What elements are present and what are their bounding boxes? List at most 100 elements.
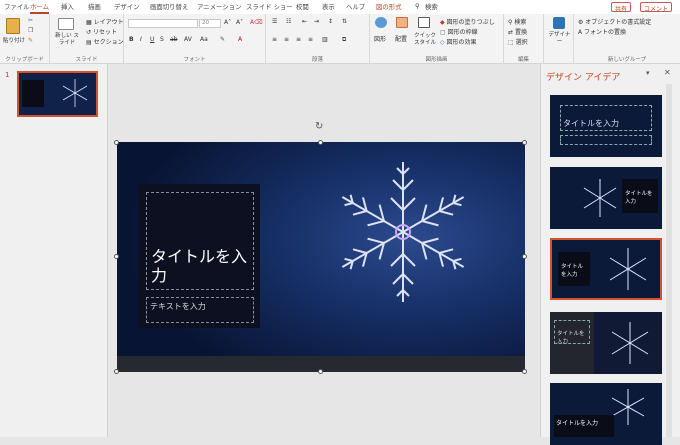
fill-button[interactable]: ◆ 図形の塗りつぶし (440, 17, 495, 26)
resize-handle[interactable] (114, 369, 119, 374)
indent-increase-icon[interactable]: ⇥ (314, 18, 319, 25)
search-box[interactable]: 検索 (425, 2, 438, 11)
design-option-selected[interactable]: タイトルを入力 (550, 238, 662, 300)
align-left-icon[interactable]: ≡ (272, 36, 277, 43)
find-button[interactable]: ⚲ 検索 (508, 17, 526, 26)
tab-slideshow[interactable]: スライド ショー (246, 2, 293, 11)
resize-handle[interactable] (522, 369, 527, 374)
highlight-icon[interactable]: ✎ (220, 36, 225, 43)
clear-format-icon[interactable]: A⌫ (250, 19, 263, 26)
align-right-icon[interactable]: ≡ (296, 36, 301, 43)
resize-handle[interactable] (318, 369, 323, 374)
group-label: クリップボード (5, 57, 44, 63)
tab-transitions[interactable]: 画面切り替え (150, 2, 188, 11)
bullets-icon[interactable]: ☰ (272, 18, 277, 25)
font-color-icon[interactable]: A (238, 36, 242, 43)
arrange-button[interactable]: 配置 (395, 34, 407, 43)
outline-button[interactable]: ▢ 図形の枠線 (440, 27, 478, 36)
format-painter-icon[interactable]: ✎ (28, 37, 33, 44)
share-button[interactable]: 共有 (611, 2, 632, 13)
design-option[interactable]: タイトルを入力 (550, 95, 662, 157)
designer-button[interactable]: デザイナー (546, 32, 573, 46)
tab-file[interactable]: ファイル (4, 2, 30, 11)
line-spacing-icon[interactable]: ↕ (328, 18, 333, 25)
section-label: セクション (93, 39, 124, 46)
group-new: ⚙ オブジェクトの書式設定 A フォントの置換 新しいグループ (574, 14, 680, 64)
object-format-button[interactable]: ⚙ オブジェクトの書式設定 (578, 17, 651, 26)
smartart-icon[interactable]: ⧉ (342, 36, 346, 44)
slide-subtitle[interactable]: テキストを入力 (146, 297, 254, 323)
cut-icon[interactable]: ✂ (28, 17, 33, 24)
paste-button[interactable]: 貼り付け (3, 36, 25, 44)
layout-button[interactable]: ▦ レイアウト (86, 17, 124, 26)
effects-button[interactable]: ◇ 図形の効果 (440, 37, 477, 46)
design-ideas-title: デザイン アイデア (546, 73, 621, 83)
underline-icon[interactable]: U (150, 36, 154, 43)
reset-button[interactable]: ↺ リセット (86, 27, 117, 36)
resize-handle[interactable] (522, 254, 527, 259)
section-button[interactable]: ▤ セクション (86, 37, 124, 46)
justify-icon[interactable]: ≡ (308, 36, 313, 43)
arrange-icon[interactable] (396, 17, 408, 28)
tab-draw[interactable]: 描画 (88, 2, 101, 11)
tab-home[interactable]: ホーム (30, 2, 49, 14)
resize-handle[interactable] (114, 254, 119, 259)
align-center-icon[interactable]: ≡ (284, 36, 289, 43)
spacing-icon[interactable]: AV (184, 36, 192, 43)
replace-font-button[interactable]: A フォントの置換 (578, 27, 626, 36)
case-icon[interactable]: Aa (200, 36, 208, 43)
quick-styles-button[interactable]: クイック スタイル (414, 33, 438, 47)
design-option[interactable]: タイトルを入力 (550, 383, 662, 445)
design-subtitle-box (560, 135, 652, 145)
bold-icon[interactable]: B (129, 36, 134, 43)
shapes-button[interactable]: 図形 (374, 34, 386, 43)
slide-title[interactable]: タイトルを入力 (146, 192, 254, 290)
paste-icon[interactable] (6, 18, 20, 34)
tab-picture-format[interactable]: 図の形式 (376, 2, 402, 11)
tab-review[interactable]: 校閲 (296, 2, 309, 11)
resize-handle[interactable] (318, 140, 323, 145)
design-option[interactable]: タイトルを入力 (550, 167, 662, 229)
font-size-field[interactable]: 20 (199, 19, 221, 28)
shrink-font-icon[interactable]: A˅ (236, 19, 243, 26)
copy-icon[interactable]: ❐ (28, 27, 33, 34)
replace-button[interactable]: ⇄ 置換 (508, 27, 527, 36)
snowflake-image (611, 322, 649, 364)
slide-thumbnail[interactable] (17, 71, 98, 117)
text-direction-icon[interactable]: ⇅ (342, 18, 347, 25)
shapes-icon[interactable] (375, 17, 387, 28)
numbering-icon[interactable]: ☷ (286, 18, 291, 25)
design-title: タイトルを入力 (560, 105, 652, 131)
tab-animations[interactable]: アニメーション (197, 2, 241, 11)
find-label: 検索 (514, 19, 527, 26)
designer-icon[interactable] (553, 17, 565, 29)
pane-options-icon[interactable]: ▾ (646, 69, 650, 77)
quick-styles-icon[interactable] (418, 17, 430, 28)
design-pane-scrollbar[interactable] (666, 84, 672, 437)
design-option[interactable]: タイトルを入力 (550, 312, 662, 374)
strike-icon[interactable]: ab (170, 36, 178, 43)
tab-help[interactable]: ヘルプ (346, 2, 365, 11)
search-icon[interactable]: ⚲ (415, 2, 420, 10)
close-icon[interactable]: ✕ (664, 68, 671, 77)
design-title: タイトルを入力 (558, 252, 590, 286)
rotate-handle-icon[interactable]: ↻ (315, 121, 323, 132)
tab-insert[interactable]: 挿入 (61, 2, 74, 11)
select-button[interactable]: ⬚ 選択 (508, 37, 528, 46)
font-name-field[interactable] (128, 19, 198, 28)
shadow-icon[interactable]: S (160, 36, 164, 43)
new-slide-button[interactable]: 新しい スライド (54, 33, 80, 47)
group-label: フォント (183, 57, 206, 63)
grow-font-icon[interactable]: A˄ (224, 19, 231, 26)
outline-label: 図形の枠線 (447, 29, 478, 36)
resize-handle[interactable] (114, 140, 119, 145)
group-label: 図形描画 (425, 57, 448, 63)
resize-handle[interactable] (522, 140, 527, 145)
new-slide-icon[interactable] (58, 18, 74, 30)
indent-decrease-icon[interactable]: ⇤ (302, 18, 307, 25)
tab-view[interactable]: 表示 (322, 2, 335, 11)
tab-design[interactable]: デザイン (114, 2, 140, 11)
italic-icon[interactable]: I (140, 36, 142, 43)
columns-icon[interactable]: ▥ (322, 36, 328, 43)
comment-button[interactable]: コメント (640, 2, 673, 13)
